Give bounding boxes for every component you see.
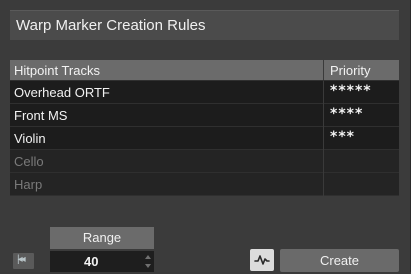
track-name: Front MS [14,108,68,123]
track-name: Overhead ORTF [14,85,110,100]
range-value[interactable]: 40 [84,254,98,269]
bottom-controls: |◂◂ Range 40 Create [10,221,399,272]
warp-marker-dialog: Warp Marker Creation Rules Hitpoint Trac… [0,0,411,272]
dialog-title-bar: Warp Marker Creation Rules [10,10,399,40]
skip-to-start-button[interactable]: |◂◂ [13,253,34,269]
priority-stars[interactable]: ***** [330,83,372,99]
column-divider [323,173,324,196]
waveform-button[interactable] [250,249,274,271]
range-label: Range [50,227,154,249]
skip-to-start-icon: |◂◂ [17,254,26,265]
column-divider [323,60,324,80]
column-divider [323,150,324,173]
range-stepper[interactable]: 40 [50,251,154,272]
priority-stars[interactable]: *** [330,129,355,145]
track-name: Harp [14,177,43,192]
create-button[interactable]: Create [280,249,399,272]
table-row[interactable]: Harp [10,173,399,196]
priority-stars[interactable]: **** [330,106,363,122]
track-name: Cello [14,154,44,169]
column-divider [323,104,324,127]
column-divider [323,127,324,150]
table-row[interactable]: Front MS **** [10,104,399,127]
header-hitpoint-tracks[interactable]: Hitpoint Tracks [14,63,100,78]
table-header: Hitpoint Tracks Priority [10,60,399,81]
spin-down-icon[interactable] [145,264,151,268]
waveform-icon [254,255,270,265]
table-row[interactable]: Violin *** [10,127,399,150]
table-row[interactable]: Overhead ORTF ***** [10,81,399,104]
hitpoint-tracks-table: Hitpoint Tracks Priority Overhead ORTF *… [10,60,399,196]
header-priority[interactable]: Priority [330,63,370,78]
track-name: Violin [14,131,46,146]
column-divider [323,81,324,104]
dialog-title: Warp Marker Creation Rules [16,17,206,34]
spin-up-icon[interactable] [145,255,151,259]
table-row[interactable]: Cello [10,150,399,173]
